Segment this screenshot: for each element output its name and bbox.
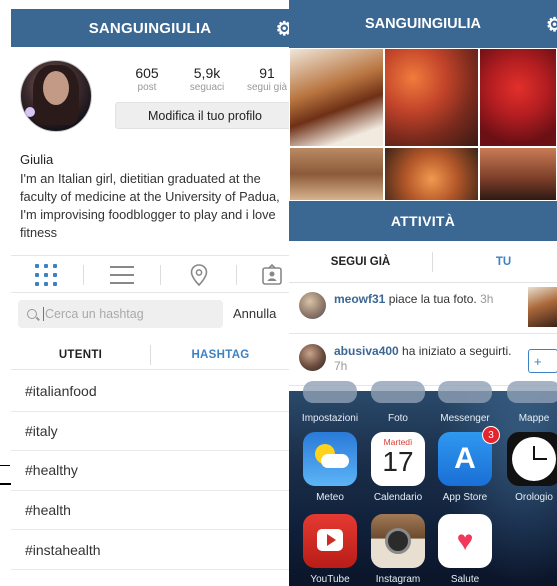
text-cursor [43, 307, 44, 321]
gear-icon[interactable]: ⚙ [546, 14, 557, 37]
profile-username-title: SANGUINGIULIA [88, 19, 212, 37]
profile-bio: I'm an Italian girl, dietitian graduated… [20, 171, 280, 240]
tab-following[interactable]: SEGUI GIÀ [289, 241, 432, 283]
activity-username[interactable]: meowf31 [334, 292, 385, 306]
location-pin-icon [190, 264, 208, 286]
clock-icon[interactable] [507, 432, 557, 486]
tagged-photos-button[interactable] [237, 256, 289, 294]
activity-time: 3h [476, 292, 494, 306]
tab-hashtag[interactable]: HASHTAG [151, 340, 289, 370]
ios-home-screen: Impostazioni Foto Messenger Mappe Marted… [289, 381, 557, 586]
activity-tabs: SEGUI GIÀ TU [289, 241, 557, 283]
photo-thumbnail[interactable] [384, 48, 479, 147]
profile-name: Giulia [20, 152, 54, 167]
app-label: YouTube [310, 574, 350, 585]
activity-text: ha iniziato a seguirti. [398, 344, 512, 358]
follow-button[interactable]: + [528, 349, 557, 373]
app-label: Salute [450, 574, 480, 585]
app-label: Foto [387, 413, 408, 424]
hashtag-item[interactable]: #instahealth [11, 530, 289, 570]
stat-following[interactable]: 91 segui già [237, 65, 289, 93]
photo-thumbnail[interactable] [289, 147, 384, 201]
app-label: Meteo [316, 492, 344, 503]
divider [0, 465, 10, 466]
app-label: Mappe [518, 413, 550, 424]
hashtag-item[interactable]: #healthy [11, 451, 289, 491]
profile-view-switcher [11, 255, 289, 293]
activity-item[interactable]: meowf31 piace la tua foto. 3h [289, 284, 557, 334]
avatar[interactable] [299, 344, 326, 371]
photo-thumbnail[interactable] [289, 48, 384, 147]
hashtag-results: #italianfood #italy #healthy #health #in… [11, 372, 289, 570]
plus-icon: + [534, 353, 542, 369]
search-tabs: UTENTI HASHTAG [11, 340, 289, 370]
activity-panel: SANGUINGIULIA ⚙ ATTIVITÀ SEGUI GIÀ TU me… [289, 0, 557, 586]
calendar-icon[interactable]: Martedì 17 [371, 432, 425, 486]
activity-time: 7h [334, 359, 348, 373]
gear-icon[interactable]: ⚙ [276, 18, 289, 41]
tab-you[interactable]: TU [432, 241, 557, 283]
grid-view-button[interactable] [11, 256, 81, 294]
hashtag-search-box[interactable] [18, 300, 223, 328]
activity-username[interactable]: abusiva400 [334, 344, 399, 358]
health-icon[interactable]: ♥ [438, 514, 492, 568]
hashtag-search-row: Annulla [11, 300, 289, 330]
photo-thumbnail[interactable] [479, 48, 557, 147]
list-view-button[interactable] [87, 256, 157, 294]
messenger-app-icon[interactable] [438, 381, 492, 403]
avatar[interactable] [20, 60, 92, 132]
tab-users[interactable]: UTENTI [11, 340, 150, 370]
stat-followers[interactable]: 5,9k seguaci [177, 65, 237, 93]
hashtag-item[interactable]: #health [11, 491, 289, 531]
right-username-title: SANGUINGIULIA [365, 16, 481, 32]
hashtag-item[interactable]: #italy [11, 412, 289, 452]
app-label: Messenger [440, 413, 490, 424]
grid-icon [35, 264, 57, 286]
edit-profile-button[interactable]: Modifica il tuo profilo [115, 102, 289, 129]
app-label: Instagram [375, 574, 421, 585]
app-label: Orologio [515, 492, 553, 503]
app-label: Calendario [373, 492, 423, 503]
activity-item[interactable]: abusiva400 ha iniziato a seguirti. 7h + [289, 336, 557, 386]
photos-app-icon[interactable] [371, 381, 425, 403]
liked-photo-thumbnail[interactable] [528, 287, 557, 327]
app-label: App Store [442, 492, 488, 503]
hashtag-item[interactable]: #italianfood [11, 372, 289, 412]
youtube-icon[interactable] [303, 514, 357, 568]
divider [0, 483, 11, 485]
profile-stats: 605 post 5,9k seguaci 91 segui già [117, 65, 289, 93]
list-icon [110, 266, 134, 284]
hashtag-search-input[interactable] [45, 307, 215, 321]
profile-header: SANGUINGIULIA ⚙ [11, 9, 289, 47]
activity-bar: ATTIVITÀ [289, 201, 557, 241]
app-label: Impostazioni [301, 413, 359, 424]
settings-app-icon[interactable] [303, 381, 357, 403]
weather-icon[interactable] [303, 432, 357, 486]
maps-app-icon[interactable] [507, 381, 557, 403]
instagram-icon[interactable] [371, 514, 425, 568]
activity-text: piace la tua foto. [385, 292, 477, 306]
right-header: SANGUINGIULIA ⚙ [289, 0, 557, 48]
tagged-person-icon [262, 264, 282, 285]
notification-badge: 3 [482, 426, 500, 444]
map-view-button[interactable] [164, 256, 234, 294]
avatar[interactable] [299, 292, 326, 319]
cancel-search-button[interactable]: Annulla [233, 306, 276, 321]
photo-thumbnail[interactable] [384, 147, 479, 201]
search-icon [27, 309, 37, 319]
stat-posts[interactable]: 605 post [117, 65, 177, 93]
profile-panel: SANGUINGIULIA ⚙ 605 post 5,9k seguaci 91… [11, 9, 289, 586]
photo-thumbnail[interactable] [479, 147, 557, 201]
